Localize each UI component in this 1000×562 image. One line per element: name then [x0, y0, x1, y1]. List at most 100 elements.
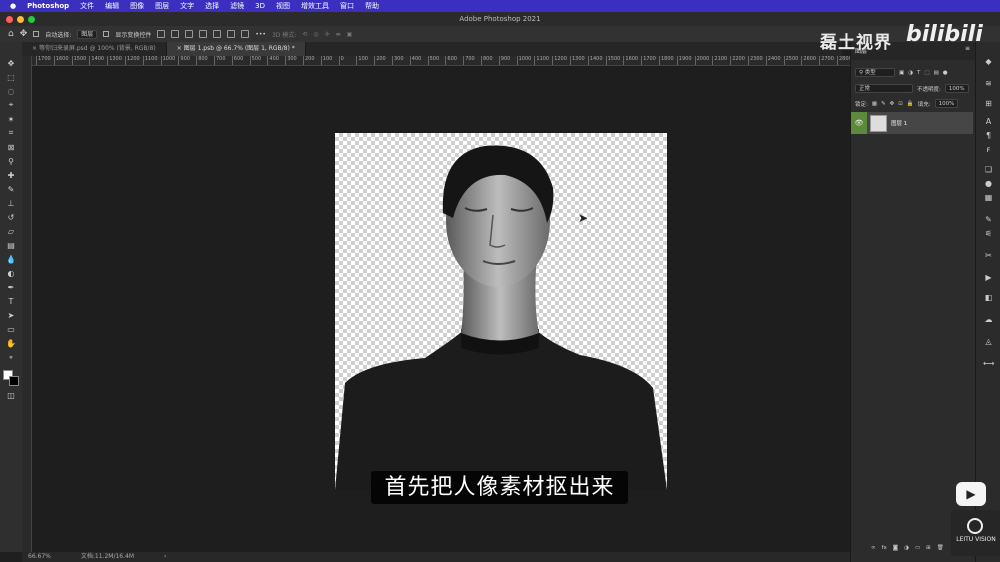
- layers-stack-icon[interactable]: ◆: [983, 56, 994, 67]
- lasso-tool-icon[interactable]: ◌: [5, 86, 17, 96]
- 3d-orbit-icon[interactable]: ⟲: [302, 31, 307, 38]
- tab-document-1[interactable]: × 等你归来录屏.psd @ 100% (背景, RGB/8): [22, 42, 167, 56]
- show-transform-checkbox[interactable]: [103, 31, 110, 37]
- align-right-icon[interactable]: [185, 30, 194, 38]
- magic-wand-tool-icon[interactable]: ✶: [5, 114, 17, 124]
- lock-position-icon[interactable]: ✥: [890, 101, 895, 107]
- close-window-button[interactable]: [6, 16, 13, 23]
- paths-icon[interactable]: ◬: [983, 336, 994, 347]
- folder-icon[interactable]: ▭: [915, 545, 920, 551]
- layer-name[interactable]: 图层 1: [891, 119, 907, 127]
- menu-image[interactable]: 图像: [130, 1, 144, 11]
- document-canvas[interactable]: ➤: [335, 133, 667, 490]
- frame-tool-icon[interactable]: ⊠: [5, 142, 17, 152]
- fill-input[interactable]: 100%: [934, 99, 959, 108]
- 3d-scale-icon[interactable]: ▣: [347, 31, 353, 38]
- filter-type-icon[interactable]: T: [917, 70, 920, 76]
- brush-settings-icon[interactable]: ⚟: [983, 228, 994, 239]
- lock-pixels-icon[interactable]: ▦: [872, 101, 877, 107]
- crop-tool-icon[interactable]: ⌗: [5, 128, 17, 138]
- distribute-icon[interactable]: [241, 30, 250, 38]
- filter-pixel-icon[interactable]: ▣: [899, 70, 904, 76]
- menu-layer[interactable]: 图层: [155, 1, 169, 11]
- zoom-tool-icon[interactable]: ⚬: [5, 352, 17, 362]
- blur-tool-icon[interactable]: 💧: [5, 254, 17, 264]
- libraries-icon[interactable]: ☁: [983, 314, 994, 325]
- zoom-level[interactable]: 66.67%: [28, 552, 51, 562]
- quick-mask-icon[interactable]: ◫: [5, 390, 17, 400]
- actions-play-icon[interactable]: ▶: [983, 272, 994, 283]
- menu-filter[interactable]: 滤镜: [230, 1, 244, 11]
- opacity-input[interactable]: 100%: [944, 84, 969, 93]
- menu-view[interactable]: 视图: [276, 1, 290, 11]
- eraser-tool-icon[interactable]: ▱: [5, 226, 17, 236]
- clone-stamp-tool-icon[interactable]: ⊥: [5, 198, 17, 208]
- type-tool-icon[interactable]: T: [5, 296, 17, 306]
- background-color-swatch[interactable]: [9, 376, 19, 386]
- fx-icon[interactable]: fx: [882, 545, 887, 551]
- menu-edit[interactable]: 编辑: [105, 1, 119, 11]
- dodge-tool-icon[interactable]: ◐: [5, 268, 17, 278]
- tab-document-2[interactable]: × 图层 1.psb @ 66.7% (图层 1, RGB/8) *: [166, 42, 306, 56]
- brushes-icon[interactable]: ✎: [983, 214, 994, 225]
- status-expand-icon[interactable]: ›: [164, 552, 166, 562]
- character-icon[interactable]: A: [983, 116, 994, 127]
- document-size[interactable]: 文档:11.2M/16.4M: [81, 552, 134, 562]
- menu-3d[interactable]: 3D: [255, 2, 265, 10]
- home-icon[interactable]: ⌂: [8, 29, 14, 39]
- mask-icon[interactable]: ◙: [893, 545, 898, 551]
- lock-artboard-icon[interactable]: ⊡: [898, 101, 903, 107]
- brush-tool-icon[interactable]: ✎: [5, 184, 17, 194]
- layer-visibility-eye-icon[interactable]: 👁: [851, 112, 867, 134]
- 3d-slide-icon[interactable]: ⇼: [336, 31, 341, 38]
- new-layer-icon[interactable]: ⊞: [926, 545, 931, 551]
- glyphs-icon[interactable]: ꜰ: [983, 144, 994, 155]
- layer-row[interactable]: 👁 图层 1: [851, 112, 973, 134]
- history-brush-tool-icon[interactable]: ↺: [5, 212, 17, 222]
- swatches-icon[interactable]: ▦: [983, 192, 994, 203]
- minimize-window-button[interactable]: [17, 16, 24, 23]
- move-tool-preset-icon[interactable]: ✥: [20, 29, 28, 39]
- 3d-pan-icon[interactable]: ✢: [325, 31, 330, 38]
- link-icon[interactable]: ∞: [871, 545, 876, 551]
- lock-paint-icon[interactable]: ✎: [881, 101, 886, 107]
- menu-type[interactable]: 文字: [180, 1, 194, 11]
- blend-mode-dropdown[interactable]: 正常: [855, 84, 913, 93]
- navigator-icon[interactable]: ⟷: [983, 358, 994, 369]
- menu-select[interactable]: 选择: [205, 1, 219, 11]
- color-icon[interactable]: ●: [983, 178, 994, 189]
- path-select-tool-icon[interactable]: ➤: [5, 310, 17, 320]
- lock-all-icon[interactable]: 🔒: [907, 101, 914, 107]
- adjustments-icon[interactable]: ≋: [983, 78, 994, 89]
- filter-toggle-icon[interactable]: ●: [943, 70, 948, 76]
- 3d-roll-icon[interactable]: ◎: [313, 31, 318, 38]
- auto-select-dropdown[interactable]: 图层: [77, 29, 98, 39]
- history-icon[interactable]: ◧: [983, 292, 994, 303]
- tab-close-icon[interactable]: ×: [177, 45, 184, 52]
- healing-brush-tool-icon[interactable]: ✚: [5, 170, 17, 180]
- tool-presets-icon[interactable]: ✂: [983, 250, 994, 261]
- menu-help[interactable]: 帮助: [365, 1, 379, 11]
- hand-tool-icon[interactable]: ✋: [5, 338, 17, 348]
- menu-file[interactable]: 文件: [80, 1, 94, 11]
- filter-adjust-icon[interactable]: ◑: [908, 70, 913, 76]
- align-middle-icon[interactable]: [213, 30, 222, 38]
- more-options-icon[interactable]: •••: [255, 31, 266, 38]
- menu-plugins[interactable]: 增效工具: [301, 1, 329, 11]
- marquee-tool-icon[interactable]: ⬚: [5, 72, 17, 82]
- eyedropper-tool-icon[interactable]: ⚲: [5, 156, 17, 166]
- align-left-icon[interactable]: [157, 30, 166, 38]
- filter-smart-icon[interactable]: ▤: [934, 70, 939, 76]
- app-menu[interactable]: Photoshop: [27, 2, 69, 10]
- trash-icon[interactable]: 🗑: [937, 545, 944, 551]
- object-select-tool-icon[interactable]: ⌖: [5, 100, 17, 110]
- layer-filter-dropdown[interactable]: ⚲ 类型: [855, 68, 895, 77]
- align-bottom-icon[interactable]: [227, 30, 236, 38]
- properties-icon[interactable]: ⊞: [983, 98, 994, 109]
- tab-close-icon[interactable]: ×: [32, 45, 39, 52]
- adjustment-icon[interactable]: ◑: [904, 545, 909, 551]
- channels-icon[interactable]: ❏: [983, 164, 994, 175]
- pen-tool-icon[interactable]: ✒: [5, 282, 17, 292]
- move-tool-icon[interactable]: ✥: [5, 58, 17, 68]
- paragraph-icon[interactable]: ¶: [983, 130, 994, 141]
